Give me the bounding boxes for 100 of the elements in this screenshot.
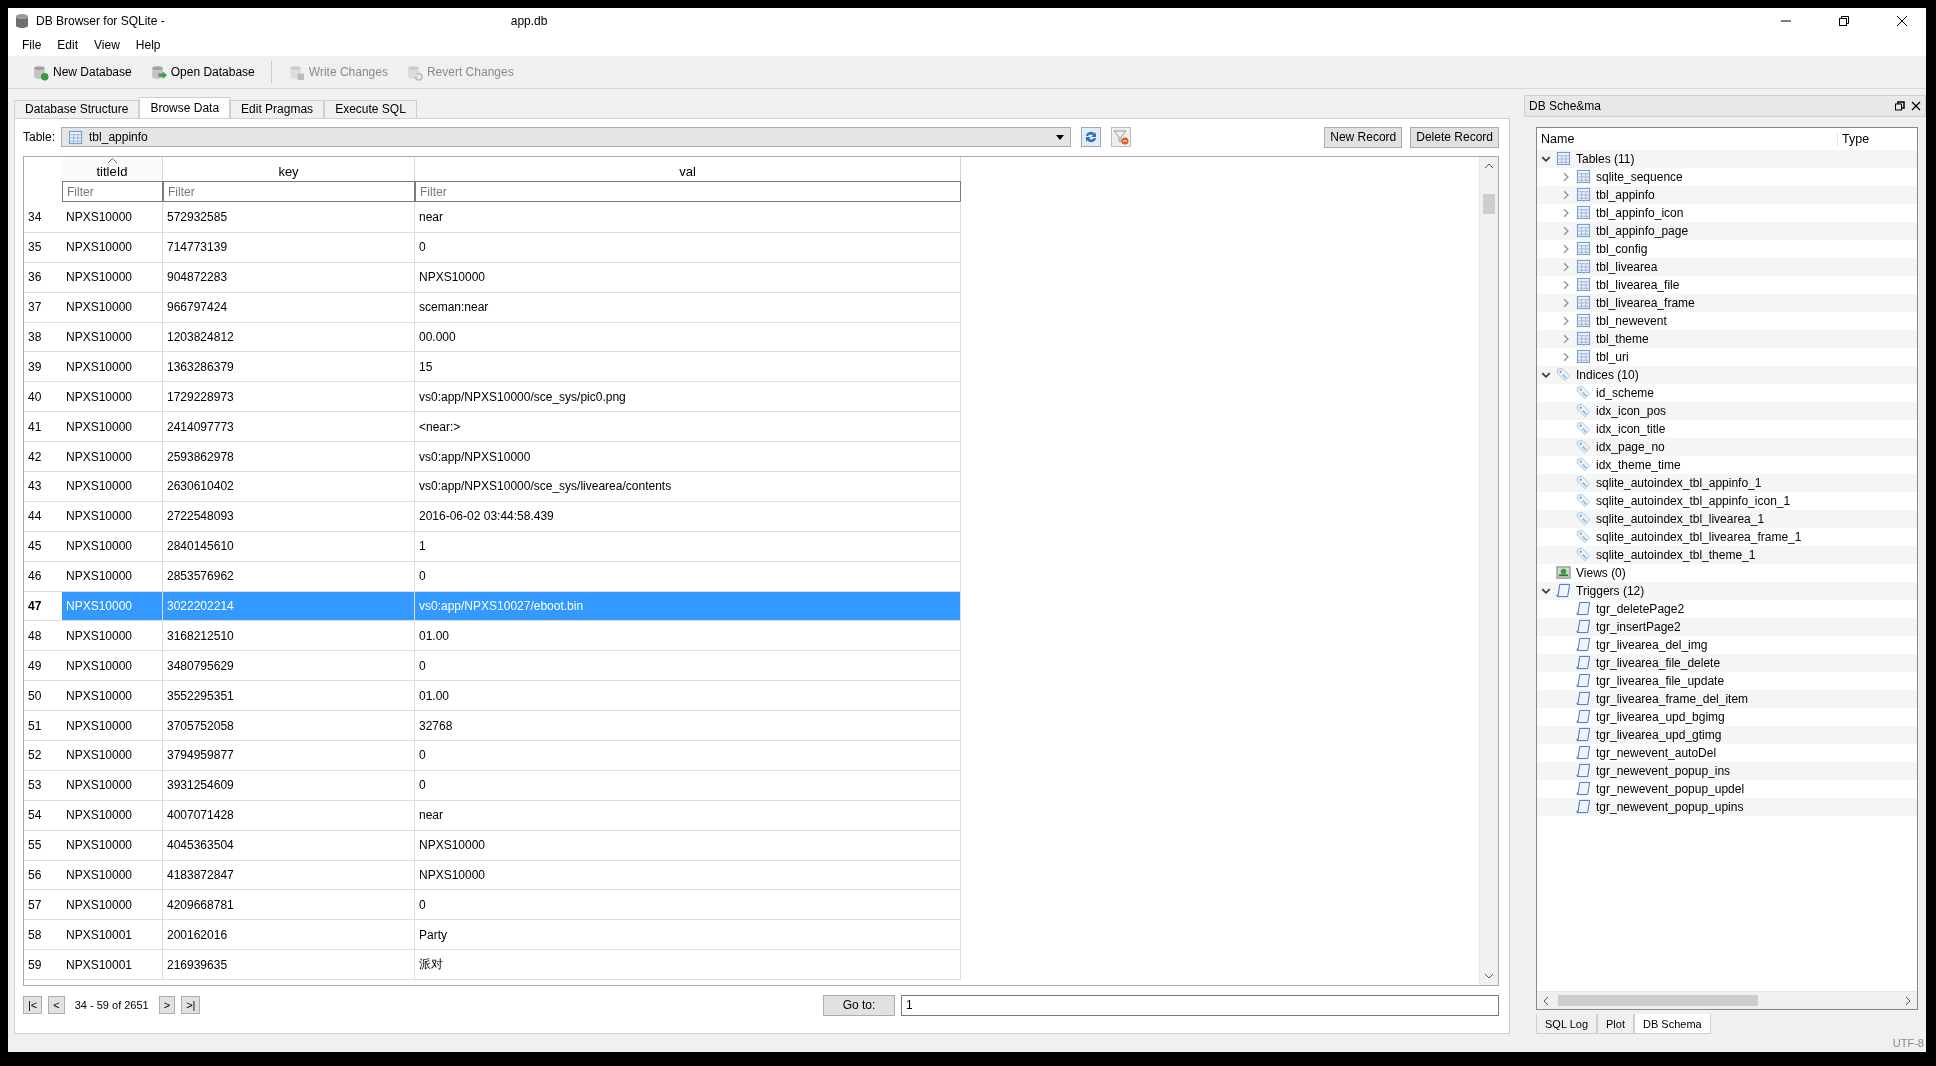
tree-item[interactable]: Views (0): [1576, 565, 1626, 580]
column-header[interactable]: Type: [1838, 131, 1870, 146]
table-cell: 714773139: [163, 232, 415, 262]
filter-field[interactable]: Filter: [163, 181, 415, 202]
column-header[interactable]: Name: [1537, 131, 1838, 146]
tree-item[interactable]: sqlite_sequence: [1596, 169, 1683, 184]
scroll-icon: [1576, 781, 1591, 797]
tree-item[interactable]: idx_theme_time: [1596, 457, 1681, 472]
table-cell: NPXS10000: [62, 501, 163, 531]
table-cell: 2593862978: [163, 442, 415, 471]
table-label: Table:: [23, 130, 56, 144]
tree-item[interactable]: sqlite_autoindex_tbl_livearea_frame_1: [1596, 529, 1802, 544]
restore-icon[interactable]: [1838, 15, 1850, 27]
table-cell: 01.00: [415, 681, 961, 711]
tree-item[interactable]: tgr_livearea_upd_bgimg: [1596, 709, 1725, 724]
row-number: 58: [27, 926, 43, 944]
table-cell: NPXS10000: [62, 531, 163, 561]
go-to-field[interactable]: 1: [901, 994, 1499, 1016]
tab[interactable]: Execute SQL: [324, 100, 417, 118]
dropdown-arrow-icon: [1056, 134, 1065, 140]
float-icon[interactable]: [1895, 100, 1905, 111]
tab[interactable]: Plot: [1597, 1014, 1634, 1034]
scroll-thumb[interactable]: [1483, 194, 1495, 214]
table-cell: <near:>: [415, 412, 961, 442]
tab[interactable]: Database Structure: [14, 100, 140, 118]
nav-button[interactable]: <: [48, 996, 65, 1014]
row-number: 40: [27, 388, 43, 406]
tree-item[interactable]: tbl_appinfo_page: [1596, 223, 1689, 238]
tree-item[interactable]: tgr_newevent_popup_updel: [1596, 781, 1745, 796]
go-to-button[interactable]: Go to:: [823, 994, 895, 1016]
table-cell: 2840145610: [163, 531, 415, 561]
tree-item[interactable]: tbl_appinfo: [1596, 187, 1655, 202]
close-icon[interactable]: [1896, 15, 1908, 27]
filter-field[interactable]: Filter: [62, 181, 163, 202]
tree-item[interactable]: tbl_newevent: [1596, 313, 1667, 328]
scroll-right-icon[interactable]: [1906, 996, 1911, 1005]
tree-item[interactable]: tbl_config: [1596, 241, 1648, 256]
column-header[interactable]: titleId: [62, 157, 163, 181]
tab[interactable]: Browse Data: [139, 97, 231, 118]
tree-item[interactable]: Indices (10): [1576, 367, 1639, 382]
tree-item[interactable]: tgr_livearea_del_img: [1596, 637, 1708, 652]
close-icon[interactable]: [1911, 100, 1921, 111]
toolbar-button[interactable]: Open Database: [143, 60, 261, 84]
nav-button[interactable]: >: [158, 996, 176, 1014]
tab[interactable]: SQL Log: [1536, 1014, 1597, 1034]
nav-button[interactable]: >|: [181, 996, 201, 1014]
refresh-icon[interactable]: [1081, 127, 1102, 147]
record-button[interactable]: New Record: [1324, 126, 1403, 148]
table-cell: NPXS10000: [415, 860, 961, 890]
tree-item[interactable]: Tables (11): [1576, 151, 1635, 166]
scroll-icon: [1576, 601, 1591, 617]
tree-item[interactable]: tgr_insertPage2: [1596, 619, 1681, 634]
picture-frame-icon: [1556, 565, 1571, 581]
clear-filter-icon[interactable]: [1111, 127, 1132, 147]
table-cell: 2853576962: [163, 561, 415, 591]
table-cell: 0: [415, 561, 961, 591]
tree-item[interactable]: idx_icon_title: [1596, 421, 1666, 436]
scroll-icon: [1576, 745, 1591, 761]
tab[interactable]: DB Schema: [1634, 1014, 1711, 1034]
filter-field[interactable]: Filter: [415, 181, 961, 202]
row-number: 37: [27, 299, 43, 317]
menu-item[interactable]: File: [14, 36, 50, 54]
table-cell: 3480795629: [163, 651, 415, 681]
menu-item[interactable]: View: [86, 36, 128, 54]
menu-item[interactable]: Edit: [49, 36, 87, 54]
tree-item[interactable]: tgr_livearea_file_update: [1596, 673, 1725, 688]
row-number: 36: [27, 269, 43, 287]
scroll-down-icon[interactable]: [1485, 974, 1493, 979]
table-dropdown[interactable]: tbl_appinfo: [61, 127, 1072, 147]
tree-item[interactable]: tgr_newevent_autoDel: [1596, 745, 1717, 760]
tree-item[interactable]: tbl_uri: [1596, 349, 1629, 364]
table-icon: [1576, 295, 1591, 311]
toolbar-button[interactable]: New Database: [26, 60, 138, 84]
table-cell: 32768: [415, 711, 961, 741]
tag-icon: [1576, 493, 1591, 509]
nav-button[interactable]: |<: [23, 996, 43, 1014]
tree-item[interactable]: idx_page_no: [1596, 439, 1665, 454]
tree-item[interactable]: id_scheme: [1596, 385, 1655, 400]
tree-item[interactable]: tbl_appinfo_icon: [1596, 205, 1684, 220]
table-cell: NPXS10000: [62, 472, 163, 501]
tab[interactable]: Edit Pragmas: [230, 100, 325, 118]
tree-item[interactable]: tgr_deletePage2: [1596, 601, 1685, 616]
scroll-up-icon[interactable]: [1485, 163, 1493, 168]
scroll-left-icon[interactable]: [1543, 996, 1548, 1005]
database-save-icon: [287, 63, 305, 81]
table-icon: [1576, 349, 1591, 365]
tree-item[interactable]: idx_icon_pos: [1596, 403, 1667, 418]
tree-item[interactable]: Triggers (12): [1576, 583, 1645, 598]
tree-item[interactable]: tbl_theme: [1596, 331, 1649, 346]
tree-item[interactable]: tbl_livearea: [1596, 259, 1658, 274]
table-cell: 1203824812: [163, 322, 415, 352]
tree-item[interactable]: sqlite_autoindex_tbl_appinfo_icon_1: [1596, 493, 1791, 508]
scroll-thumb[interactable]: [1558, 995, 1758, 1006]
scrollbar[interactable]: [1479, 157, 1498, 985]
tree-item[interactable]: tbl_livearea_file: [1596, 277, 1680, 292]
scrollbar[interactable]: [1537, 991, 1917, 1009]
menu-item[interactable]: Help: [127, 36, 169, 54]
record-button[interactable]: Delete Record: [1410, 126, 1499, 148]
row-number: 41: [27, 418, 43, 436]
window-title: DB Browser for SQLite -: [36, 14, 165, 28]
